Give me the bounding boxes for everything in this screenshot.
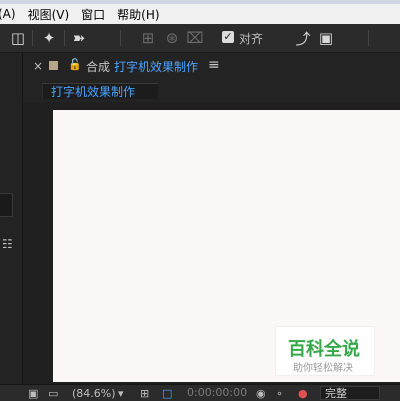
channels-icon[interactable]: ∘ — [276, 387, 283, 400]
color-channel-icon[interactable]: ● — [298, 387, 308, 400]
menu-bar: (A) 视图(V) 窗口 帮助(H) — [0, 4, 400, 24]
grid-icon[interactable]: ⊞ — [140, 387, 149, 400]
snap-label: 对齐 — [239, 32, 264, 46]
watermark-title: 百科全说 — [288, 339, 360, 360]
pin-icon[interactable]: ➽ — [70, 27, 88, 49]
region-icon[interactable]: ▣ — [28, 387, 38, 400]
menu-item-window[interactable]: 窗口 — [81, 6, 105, 23]
composition-label: 合成 — [86, 60, 111, 74]
toolbar-divider — [120, 30, 121, 46]
watermark-logo: 百科全说 助你轻松解决 — [276, 327, 374, 375]
curve-icon[interactable]: ⤴ — [294, 27, 312, 49]
puppet-pin-icon[interactable]: ✦ — [38, 27, 60, 49]
eraser-icon[interactable]: ◫ — [8, 27, 28, 49]
label-color-swatch[interactable] — [49, 61, 58, 70]
timecode[interactable]: 0:00:00:00 — [187, 386, 247, 399]
toolbar-divider — [368, 30, 369, 46]
scale-icon[interactable]: ⊛ — [163, 27, 181, 49]
tools-toolbar: ◫ ✦ ➽ ⊞ ⊛ ⌧ ✓ 对齐 ⤴ ▣ — [0, 24, 400, 53]
toolbar-divider — [32, 30, 33, 46]
camera-icon[interactable]: ◉ — [256, 387, 266, 400]
target-icon[interactable]: ▣ — [316, 27, 336, 49]
close-icon[interactable]: × — [33, 59, 43, 73]
toolbar-divider — [64, 30, 65, 46]
monitor-icon[interactable]: ▭ — [48, 387, 58, 400]
mask-icon[interactable]: □ — [162, 387, 172, 400]
hierarchy-icon[interactable]: ☷ — [2, 237, 13, 251]
left-panel: ☷ — [0, 53, 23, 400]
zoom-level[interactable]: (84.6%) — [72, 387, 116, 400]
menu-item-view[interactable]: 视图(V) — [28, 6, 70, 23]
composition-name[interactable]: 打字机效果制作 — [114, 58, 198, 75]
quality-select[interactable]: 完整 — [320, 386, 380, 400]
viewer-status-bar: ▣ ▭ (84.6%) ▾ ⊞ □ 0:00:00:00 ◉ ∘ ● 完整 — [0, 384, 400, 401]
composition-panel-header: × 🔓 合成 打字机效果制作 ≡ — [23, 53, 400, 79]
menu-item-a[interactable]: (A) — [0, 7, 16, 21]
watermark-subtitle: 助你轻松解决 — [293, 363, 353, 374]
expand-icon[interactable]: ⌧ — [186, 27, 204, 49]
composition-tab[interactable]: 打字机效果制作 — [42, 83, 158, 99]
left-panel-field[interactable] — [0, 193, 13, 217]
snap-checkbox[interactable]: ✓ — [222, 31, 234, 43]
axis-icon[interactable]: ⊞ — [138, 27, 158, 49]
lock-icon[interactable]: 🔓 — [68, 58, 82, 71]
chevron-down-icon[interactable]: ▾ — [118, 387, 124, 400]
panel-menu-icon[interactable]: ≡ — [208, 57, 220, 73]
menu-item-help[interactable]: 帮助(H) — [117, 6, 159, 23]
